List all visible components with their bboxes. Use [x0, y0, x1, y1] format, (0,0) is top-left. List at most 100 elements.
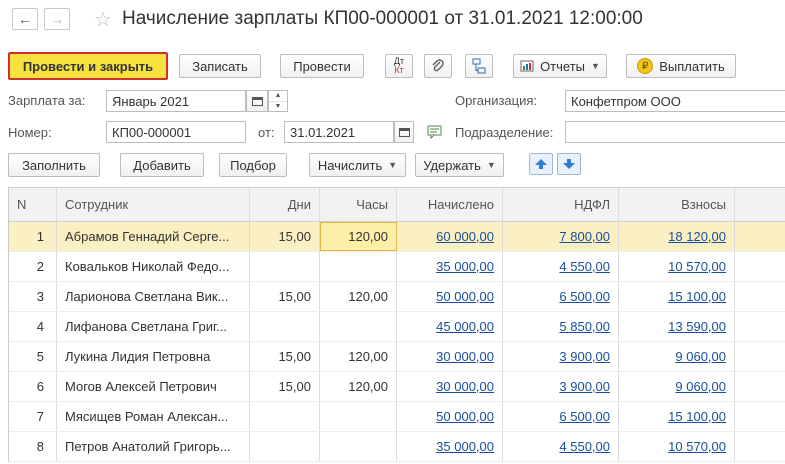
- number-field[interactable]: КП00-000001: [106, 121, 246, 143]
- employee-cell[interactable]: Абрамов Геннадий Серге...: [57, 222, 250, 251]
- ndfl-cell-value[interactable]: 6 500,00: [559, 289, 610, 304]
- extra-cell[interactable]: [735, 282, 785, 311]
- ndfl-cell[interactable]: 4 550,00: [503, 252, 619, 281]
- table-row[interactable]: 6 Могов Алексей Петрович 15,00 120,00 30 000…: [9, 372, 785, 402]
- employee-cell[interactable]: Петров Анатолий Григорь...: [57, 432, 250, 461]
- post-and-close-button[interactable]: Провести и закрыть: [8, 52, 168, 80]
- hours-cell[interactable]: 120,00: [320, 372, 397, 401]
- employee-cell[interactable]: Лукина Лидия Петровна: [57, 342, 250, 371]
- calendar-button[interactable]: [246, 90, 268, 112]
- accrued-cell-value[interactable]: 50 000,00: [436, 289, 494, 304]
- ndfl-cell-value[interactable]: 4 550,00: [559, 439, 610, 454]
- contributions-cell[interactable]: 13 590,00: [619, 312, 735, 341]
- row-number[interactable]: 7: [9, 402, 57, 431]
- days-cell[interactable]: [250, 432, 320, 461]
- days-cell[interactable]: [250, 402, 320, 431]
- accrued-cell-value[interactable]: 35 000,00: [436, 259, 494, 274]
- contributions-cell-value[interactable]: 10 570,00: [668, 439, 726, 454]
- accrued-cell[interactable]: 50 000,00: [397, 402, 503, 431]
- contributions-cell[interactable]: 9 060,00: [619, 372, 735, 401]
- employee-cell[interactable]: Ларионова Светлана Вик...: [57, 282, 250, 311]
- ndfl-cell-value[interactable]: 3 900,00: [559, 379, 610, 394]
- forward-button[interactable]: →: [44, 8, 70, 30]
- days-cell[interactable]: 15,00: [250, 342, 320, 371]
- days-cell[interactable]: 15,00: [250, 282, 320, 311]
- withhold-menu-button[interactable]: Удержать ▼: [415, 153, 504, 177]
- contributions-cell[interactable]: 15 100,00: [619, 282, 735, 311]
- row-number[interactable]: 5: [9, 342, 57, 371]
- spinner-up-icon[interactable]: ▲: [269, 91, 287, 102]
- add-row-button[interactable]: Добавить: [120, 153, 204, 177]
- accrued-cell-value[interactable]: 60 000,00: [436, 229, 494, 244]
- employee-cell[interactable]: Могов Алексей Петрович: [57, 372, 250, 401]
- extra-cell[interactable]: [735, 342, 785, 371]
- pick-button[interactable]: Подбор: [219, 153, 287, 177]
- hours-cell[interactable]: [320, 402, 397, 431]
- extra-cell[interactable]: [735, 312, 785, 341]
- attach-button[interactable]: [424, 54, 452, 78]
- ndfl-cell[interactable]: 4 550,00: [503, 432, 619, 461]
- extra-cell[interactable]: [735, 432, 785, 461]
- ndfl-cell[interactable]: 5 850,00: [503, 312, 619, 341]
- col-header-contributions[interactable]: Взносы: [619, 188, 735, 221]
- ndfl-cell[interactable]: 3 900,00: [503, 372, 619, 401]
- hours-cell[interactable]: 120,00: [320, 222, 397, 251]
- extra-cell[interactable]: [735, 372, 785, 401]
- favorite-star-icon[interactable]: ☆: [94, 7, 112, 32]
- accrued-cell-value[interactable]: 30 000,00: [436, 349, 494, 364]
- ndfl-cell[interactable]: 3 900,00: [503, 342, 619, 371]
- hours-cell[interactable]: [320, 312, 397, 341]
- accrued-cell[interactable]: 50 000,00: [397, 282, 503, 311]
- table-row[interactable]: 7 Мясищев Роман Алексан... 50 000,00 6 500,…: [9, 402, 785, 432]
- save-button[interactable]: Записать: [179, 54, 261, 78]
- fill-button[interactable]: Заполнить: [8, 153, 100, 177]
- col-header-n[interactable]: N: [9, 188, 57, 221]
- days-cell[interactable]: [250, 312, 320, 341]
- accrued-cell[interactable]: 45 000,00: [397, 312, 503, 341]
- col-header-accrued[interactable]: Начислено: [397, 188, 503, 221]
- table-row[interactable]: 3 Ларионова Светлана Вик... 15,00 120,00 50 …: [9, 282, 785, 312]
- ndfl-cell[interactable]: 6 500,00: [503, 282, 619, 311]
- row-number[interactable]: 8: [9, 432, 57, 461]
- extra-cell[interactable]: [735, 252, 785, 281]
- date-calendar-button[interactable]: [394, 121, 414, 143]
- contributions-cell-value[interactable]: 9 060,00: [675, 349, 726, 364]
- extra-cell[interactable]: [735, 402, 785, 431]
- pay-button[interactable]: ₽ Выплатить: [626, 54, 736, 78]
- contributions-cell[interactable]: 9 060,00: [619, 342, 735, 371]
- ndfl-cell[interactable]: 7 800,00: [503, 222, 619, 251]
- row-number[interactable]: 6: [9, 372, 57, 401]
- table-row[interactable]: 4 Лифанова Светлана Григ... 45 000,00 5 850…: [9, 312, 785, 342]
- post-button[interactable]: Провести: [280, 54, 364, 78]
- table-row[interactable]: 5 Лукина Лидия Петровна 15,00 120,00 30 000,…: [9, 342, 785, 372]
- days-cell[interactable]: [250, 252, 320, 281]
- table-row[interactable]: 2 Ковальков Николай Федо... 35 000,00 4 550…: [9, 252, 785, 282]
- ndfl-cell-value[interactable]: 3 900,00: [559, 349, 610, 364]
- table-row[interactable]: 1 Абрамов Геннадий Серге... 15,00 120,00 60 …: [9, 222, 785, 252]
- ndfl-cell[interactable]: 6 500,00: [503, 402, 619, 431]
- ndfl-cell-value[interactable]: 5 850,00: [559, 319, 610, 334]
- dtkt-button[interactable]: Дт Кт: [385, 54, 413, 78]
- organization-field[interactable]: Конфетпром ООО: [565, 90, 785, 112]
- row-number[interactable]: 4: [9, 312, 57, 341]
- reports-menu-button[interactable]: Отчеты ▼: [513, 54, 607, 78]
- ndfl-cell-value[interactable]: 6 500,00: [559, 409, 610, 424]
- days-cell[interactable]: 15,00: [250, 372, 320, 401]
- hours-cell[interactable]: [320, 252, 397, 281]
- accrued-cell[interactable]: 30 000,00: [397, 342, 503, 371]
- employee-cell[interactable]: Ковальков Николай Федо...: [57, 252, 250, 281]
- move-down-button[interactable]: [557, 153, 581, 175]
- contributions-cell-value[interactable]: 18 120,00: [668, 229, 726, 244]
- structure-button[interactable]: [465, 54, 493, 78]
- employee-cell[interactable]: Мясищев Роман Алексан...: [57, 402, 250, 431]
- back-button[interactable]: ←: [12, 8, 38, 30]
- accrued-cell[interactable]: 35 000,00: [397, 252, 503, 281]
- col-header-days[interactable]: Дни: [250, 188, 320, 221]
- hours-cell[interactable]: 120,00: [320, 342, 397, 371]
- contributions-cell[interactable]: 15 100,00: [619, 402, 735, 431]
- row-number[interactable]: 3: [9, 282, 57, 311]
- col-header-hours[interactable]: Часы: [320, 188, 397, 221]
- contributions-cell-value[interactable]: 13 590,00: [668, 319, 726, 334]
- period-spinner[interactable]: ▲ ▼: [268, 90, 288, 112]
- col-header-ndfl[interactable]: НДФЛ: [503, 188, 619, 221]
